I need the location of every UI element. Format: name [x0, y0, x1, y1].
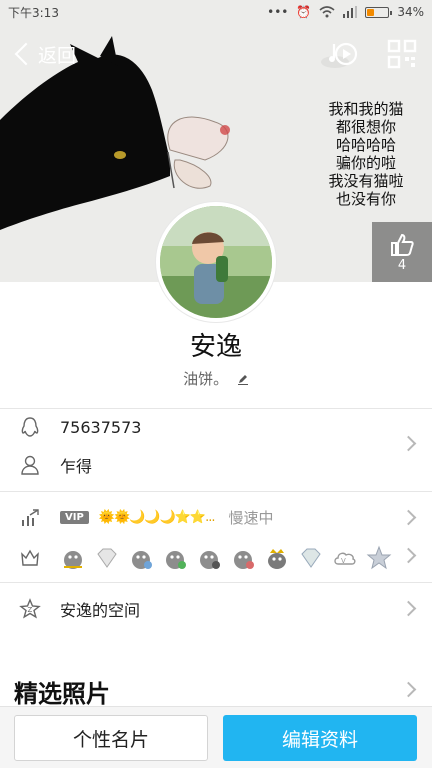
penguin-icon	[268, 549, 286, 569]
person-icon	[21, 455, 39, 475]
personal-info-row[interactable]: 乍得	[0, 446, 432, 484]
level-row[interactable]: VIP 🌞🌞🌙🌙🌙⭐⭐ ... 慢速中	[0, 498, 432, 536]
qzone-row[interactable]: Z 安逸的空间	[0, 589, 432, 629]
penguin-outline-icon	[21, 417, 39, 437]
signature-text: 油饼。	[183, 370, 229, 388]
poem-line: 也没有你	[335, 190, 396, 208]
divider	[0, 491, 432, 492]
status-time: 下午3:13	[8, 5, 59, 20]
poem-line: 都很想你	[335, 118, 396, 136]
penguin-icon	[234, 551, 254, 569]
pencil-icon	[237, 375, 248, 385]
side-badges: 4 2枚	[372, 222, 432, 282]
svg-text:Z: Z	[28, 606, 33, 614]
avatar[interactable]	[156, 202, 276, 322]
like-button[interactable]: 4	[372, 222, 432, 282]
avatar-photo	[160, 206, 272, 318]
badges-row[interactable]: V	[0, 538, 432, 578]
level-more: ...	[205, 509, 215, 525]
back-label: 返回	[38, 44, 77, 67]
chevron-left-icon	[14, 42, 38, 66]
thumbs-up-icon	[391, 233, 414, 256]
poem-line: 我没有猫啦	[328, 172, 404, 190]
divider	[0, 582, 432, 583]
music-icon[interactable]	[328, 38, 360, 70]
penguin-icon	[64, 551, 82, 569]
crown-icon	[21, 549, 39, 566]
star-icon	[366, 545, 392, 570]
diamond-icon	[97, 548, 117, 568]
profile-card-button[interactable]: 个性名片	[14, 715, 208, 761]
poem-line: 我和我的猫	[328, 100, 404, 118]
speed-status: 慢速中	[228, 508, 274, 527]
level-chart-icon	[22, 509, 39, 526]
more-dots-icon: •••	[267, 5, 289, 19]
alarm-icon: ⏰	[296, 5, 312, 19]
chevron-right-icon	[400, 681, 417, 698]
qr-code-icon[interactable]	[386, 38, 418, 70]
signature[interactable]: 油饼。	[0, 368, 432, 389]
bottom-action-bar: 个性名片 编辑资料	[0, 706, 432, 768]
level-icons: 🌞🌞🌙🌙🌙⭐⭐	[98, 509, 206, 525]
signal-icon	[343, 6, 358, 18]
qzone-label: 安逸的空间	[60, 601, 141, 620]
svg-text:V: V	[341, 557, 346, 565]
vip-badge: VIP	[60, 510, 89, 524]
poem-line: 哈哈哈哈	[335, 136, 396, 154]
qq-number-row[interactable]: 75637573	[0, 408, 432, 446]
qq-number: 75637573	[60, 417, 142, 437]
edit-profile-button[interactable]: 编辑资料	[223, 715, 417, 761]
like-count: 4	[397, 257, 407, 273]
battery-icon	[365, 6, 393, 18]
vip-cloud-icon: V	[334, 552, 356, 565]
poem-line: 骗你的啦	[335, 154, 396, 172]
penguin-icon	[132, 551, 152, 569]
qzone-star-icon: Z	[19, 598, 41, 619]
profile-name: 安逸	[189, 332, 242, 362]
back-button[interactable]: 返回	[10, 36, 76, 72]
featured-photos-title: 精选照片	[14, 680, 110, 708]
penguin-icon	[166, 551, 186, 569]
penguin-icon	[200, 551, 220, 569]
personal-info: 乍得	[60, 457, 93, 476]
battery-percent: 34%	[397, 5, 424, 19]
wifi-icon	[319, 6, 335, 18]
status-bar: 下午3:13 ••• ⏰ 34%	[0, 0, 432, 24]
cover-poem: 我和我的猫 都很想你 哈哈哈哈 骗你的啦 我没有猫啦 也没有你	[286, 100, 432, 208]
diamond-icon	[301, 548, 321, 568]
